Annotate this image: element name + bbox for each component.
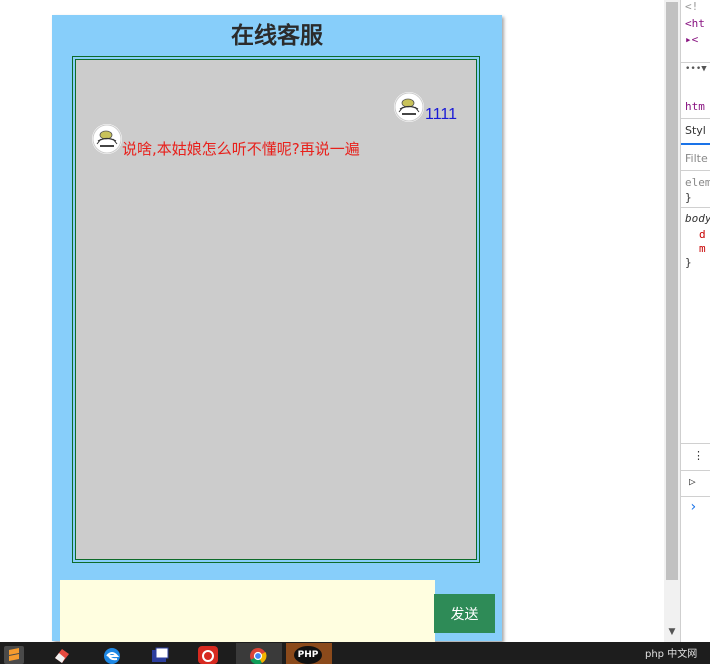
scrollbar-thumb[interactable]: [666, 2, 678, 580]
message-text-user: 1111: [425, 106, 458, 123]
devtools-line: }: [685, 191, 692, 204]
netease-music-icon[interactable]: [198, 646, 218, 664]
devtools-line[interactable]: htm: [685, 100, 705, 113]
message-text-bot: 说啥,本姑娘怎么听不懂呢?再说一遍: [122, 140, 360, 158]
sublime-icon[interactable]: [4, 646, 24, 664]
devtools-breadcrumb[interactable]: •••▼: [685, 64, 707, 74]
console-drawer-icon[interactable]: ▷: [689, 475, 696, 488]
devtools-line: d: [699, 228, 706, 241]
more-options-icon[interactable]: ⋮: [693, 449, 704, 462]
devtools-panel: <! <ht ▸< •••▼ htm Styl Filte elem } bod…: [680, 0, 710, 642]
watermark: php 中文网: [645, 649, 698, 660]
devtools-line[interactable]: <ht: [685, 17, 705, 30]
edge-icon[interactable]: [102, 646, 122, 664]
chat-messages-area[interactable]: [75, 59, 477, 560]
eraser-icon[interactable]: [52, 646, 72, 664]
php-icon[interactable]: PHP: [294, 646, 322, 664]
devtools-line: }: [685, 256, 692, 269]
devtools-line: m: [699, 242, 706, 255]
console-prompt-icon[interactable]: ›: [689, 499, 697, 515]
devtools-line: elem: [685, 176, 710, 189]
devtools-line[interactable]: ▸<: [685, 33, 698, 46]
devtools-line: body: [685, 212, 710, 225]
scroll-down-arrow-icon[interactable]: ▼: [664, 624, 680, 640]
tool-icon[interactable]: [150, 646, 170, 664]
bot-avatar-icon: [92, 124, 122, 154]
user-avatar-icon: [394, 92, 424, 122]
chrome-icon[interactable]: [248, 646, 268, 665]
send-button[interactable]: 发送: [434, 594, 495, 633]
devtools-line: <!: [685, 0, 699, 13]
chat-title: 在线客服: [231, 23, 323, 49]
tab-styles-indicator: [681, 143, 710, 145]
tab-styles[interactable]: Styl: [685, 124, 706, 137]
styles-filter-input[interactable]: Filte: [685, 152, 708, 165]
